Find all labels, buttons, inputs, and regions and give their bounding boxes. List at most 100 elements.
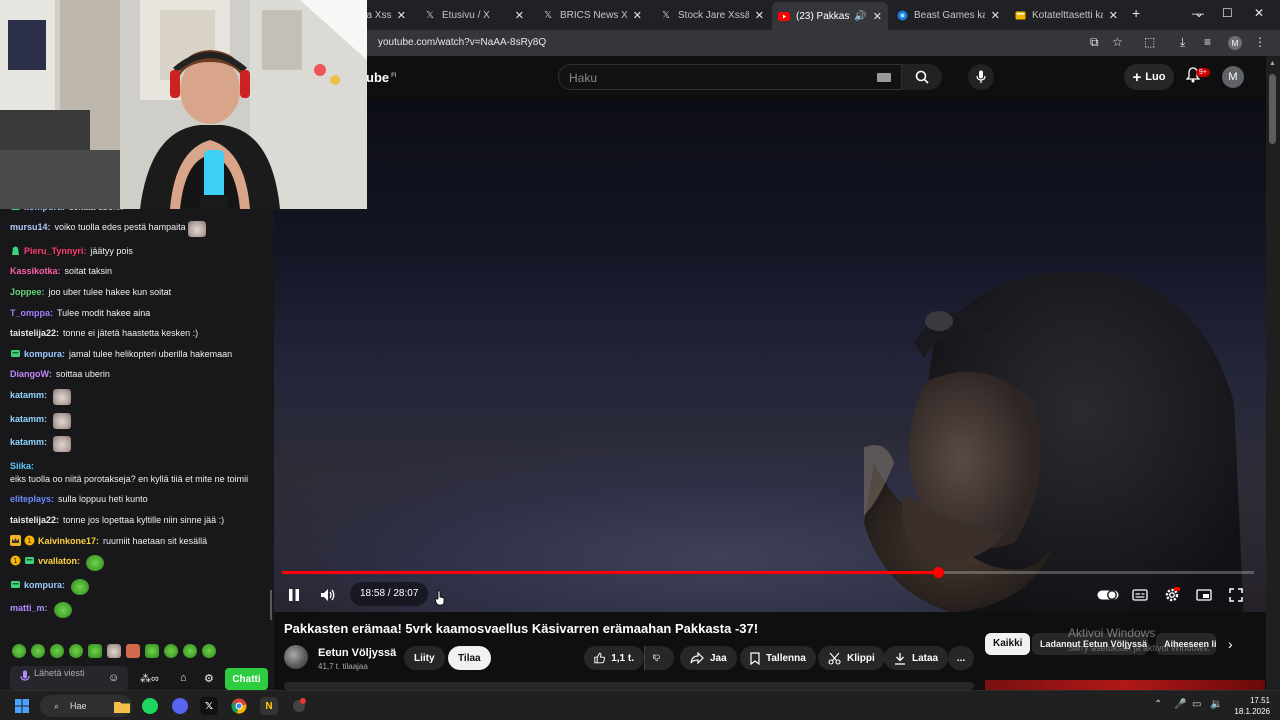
browser-tab[interactable]: Beast Games kausi 2 ✕ [890, 4, 1006, 26]
chevron-right-icon[interactable]: › [1228, 636, 1233, 652]
url-field[interactable]: youtube.com/watch?v=NaAA-8sRy8Q [378, 37, 546, 48]
speaker-icon[interactable]: 🔊 [854, 11, 866, 22]
chat-username[interactable]: Siika: [10, 460, 34, 473]
close-icon[interactable]: ✕ [633, 9, 642, 22]
chat-username[interactable]: katamm: [10, 413, 47, 426]
green-box-badge-icon[interactable] [10, 579, 21, 590]
channel-avatar[interactable] [284, 645, 308, 669]
chat-username[interactable]: T_omppa: [10, 307, 53, 320]
green-box-badge-icon[interactable] [10, 348, 21, 359]
emoji-icon[interactable]: ☺ [108, 672, 119, 684]
cat-emote-icon[interactable] [53, 388, 72, 405]
green-bag-badge-icon[interactable] [10, 245, 21, 256]
create-button[interactable]: + Luo [1124, 64, 1174, 90]
emote-icon[interactable] [69, 644, 83, 658]
close-icon[interactable]: ✕ [1109, 9, 1118, 22]
subtitles-button[interactable] [1128, 583, 1152, 607]
settings-button[interactable] [1160, 583, 1184, 607]
extensions-icon[interactable]: ⬚ [1144, 35, 1155, 49]
close-icon[interactable]: ✕ [873, 10, 882, 23]
app-n-icon[interactable]: N [260, 697, 278, 715]
account-avatar[interactable]: M [1222, 66, 1244, 88]
share-button[interactable]: Jaa [680, 646, 737, 670]
emote-icon[interactable] [88, 644, 102, 658]
chat-scrollbar[interactable] [270, 590, 272, 620]
emote-icon[interactable] [126, 644, 140, 658]
chat-username[interactable]: matti_m: [10, 602, 48, 615]
browser-menu-icon[interactable]: ⋮ [1254, 35, 1266, 49]
emote-icon[interactable] [164, 644, 178, 658]
miniplayer-button[interactable] [1192, 583, 1216, 607]
browser-tab[interactable]: 𝕏 Stock Jare Xssä: "Ai ✕ [654, 4, 770, 26]
coin-badge-icon[interactable]: 1 [10, 555, 21, 566]
window-close-icon[interactable]: ✕ [1254, 6, 1264, 20]
channel-name[interactable]: Eetun Völjyssä [318, 647, 396, 659]
pause-button[interactable] [282, 583, 306, 607]
browser-tab[interactable]: Kotateltta­setti kamii ✕ [1008, 4, 1124, 26]
new-tab-button[interactable]: + [1132, 5, 1140, 21]
dislike-button[interactable] [644, 646, 674, 670]
green-box-badge-icon[interactable] [24, 555, 35, 566]
emote-icon[interactable] [183, 644, 197, 658]
bookmark-star-icon[interactable]: ☆ [1112, 35, 1123, 49]
progress-scrubber[interactable] [932, 567, 944, 578]
scroll-thumb[interactable] [1269, 74, 1276, 144]
frog-emote-icon[interactable] [71, 578, 90, 595]
cast-icon[interactable]: ⧉ [1090, 35, 1099, 50]
fullscreen-button[interactable] [1224, 583, 1248, 607]
discord-icon[interactable] [172, 698, 188, 714]
browser-tab-active[interactable]: (23) Pakkasten e 🔊 ✕ [772, 2, 888, 30]
crown-badge-icon[interactable] [10, 534, 21, 546]
tray-volume-icon[interactable]: 🔉 [1210, 699, 1222, 710]
chip-all[interactable]: Kaikki [985, 633, 1031, 655]
tray-network-icon[interactable]: ▭ [1192, 699, 1201, 710]
chat-username[interactable]: katamm: [10, 389, 47, 402]
chat-username[interactable]: Joppee: [10, 286, 45, 299]
chat-settings-gear-icon[interactable]: ⚙ [204, 672, 214, 685]
file-explorer-icon[interactable] [112, 696, 132, 716]
chat-username[interactable]: Pieru_Tynnyri: [24, 245, 86, 258]
subscribe-button[interactable]: Tilaa [448, 646, 491, 670]
progress-bar[interactable] [282, 567, 1254, 578]
search-input[interactable]: Haku [558, 64, 902, 90]
close-icon[interactable]: ✕ [515, 9, 524, 22]
coin-badge-icon[interactable]: 1 [24, 535, 35, 546]
chrome-icon[interactable] [230, 697, 248, 715]
close-icon[interactable]: ✕ [755, 9, 764, 22]
windows-start-icon[interactable] [12, 696, 32, 716]
youtube-logo[interactable]: ube FI [366, 70, 396, 85]
voice-search-button[interactable] [968, 64, 994, 90]
close-icon[interactable]: ✕ [991, 9, 1000, 22]
page-scrollbar[interactable]: ▲ [1266, 56, 1280, 690]
join-button[interactable]: Liity [404, 646, 445, 670]
download-icon[interactable]: ⤓ [1180, 35, 1185, 50]
chat-username[interactable]: eliteplays: [10, 493, 54, 506]
volume-button[interactable] [316, 583, 340, 607]
reading-list-icon[interactable]: ≡ [1204, 35, 1211, 49]
chat-username[interactable]: DiangoW: [10, 368, 52, 381]
emote-icon[interactable] [202, 644, 216, 658]
chat-username[interactable]: Kaivinkone17: [38, 535, 99, 548]
cat-emote-icon[interactable] [187, 221, 206, 238]
chat-username[interactable]: katamm: [10, 436, 47, 449]
cat-emote-icon[interactable] [53, 436, 72, 453]
more-actions-button[interactable]: ... [948, 646, 974, 670]
chat-username[interactable]: taistelija22: [10, 327, 59, 340]
chat-username[interactable]: kompura: [24, 579, 65, 592]
emote-icon[interactable] [145, 644, 159, 658]
tray-chevron-icon[interactable]: ⌃ [1154, 699, 1162, 710]
chat-username[interactable]: vvallaton: [38, 555, 80, 568]
tray-mic-icon[interactable]: 🎤 [1174, 699, 1186, 710]
chat-username[interactable]: kompura: [24, 348, 65, 361]
chat-username[interactable]: mursu14: [10, 221, 51, 234]
save-button[interactable]: Tallenna [740, 646, 816, 670]
keyboard-icon[interactable] [877, 73, 891, 82]
app-circle-icon[interactable] [290, 697, 308, 715]
download-button[interactable]: Lataa [884, 646, 949, 670]
taskbar-clock[interactable]: 17.51 18.1.2026 [1230, 695, 1270, 717]
scroll-up-icon[interactable]: ▲ [1269, 60, 1276, 67]
like-button[interactable]: 1,1 t. [584, 646, 644, 670]
emote-icon[interactable] [107, 644, 121, 658]
browser-tab[interactable]: 𝕏 Etusivu / X ✕ [418, 4, 530, 26]
cat-emote-icon[interactable] [53, 412, 72, 429]
